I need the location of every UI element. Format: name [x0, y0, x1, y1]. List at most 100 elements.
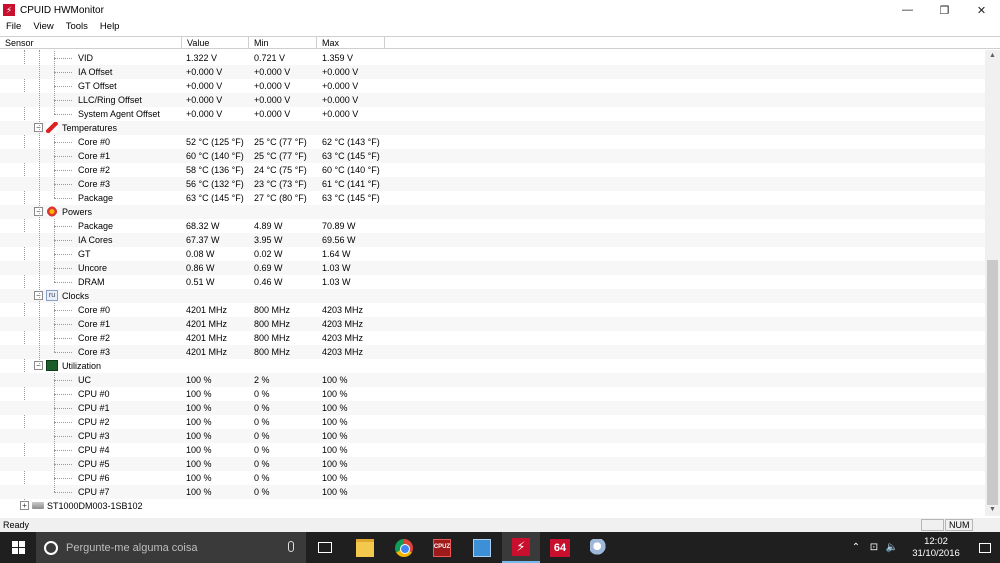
sensor-max: 100 %	[322, 375, 348, 385]
sensor-value: 67.37 W	[186, 235, 220, 245]
network-icon[interactable]: ⊡	[866, 542, 882, 553]
sensor-label: Core #2	[78, 333, 111, 343]
column-max[interactable]: Max	[317, 37, 385, 49]
menu-tools[interactable]: Tools	[60, 21, 94, 32]
sensor-min: 800 MHz	[254, 319, 291, 329]
tree-rail-group	[54, 303, 55, 352]
tray-chevron-icon[interactable]: ⌃	[848, 542, 864, 553]
sensor-group-row[interactable]: − Powers	[0, 205, 985, 219]
sensor-row[interactable]: CPU #3 100 % 0 % 100 %	[0, 429, 985, 443]
tree-branch	[54, 310, 72, 311]
tree-branch	[54, 324, 72, 325]
menu-view[interactable]: View	[27, 21, 59, 32]
sensor-min: 2 %	[254, 375, 270, 385]
scroll-up-arrow-icon[interactable]: ▲	[985, 50, 1000, 62]
microphone-icon[interactable]	[288, 541, 294, 552]
column-value[interactable]: Value	[182, 37, 249, 49]
sensor-row[interactable]: Core #2 58 °C (136 °F) 24 °C (75 °F) 60 °C …	[0, 163, 985, 177]
sensor-label: VID	[78, 53, 94, 63]
tree-branch	[54, 338, 72, 339]
sensor-label: CPU #6	[78, 473, 110, 483]
hwmonitor-app-icon: ⚡	[3, 4, 15, 16]
sensor-row[interactable]: Core #3 56 °C (132 °F) 23 °C (73 °F) 61 °C …	[0, 177, 985, 191]
action-center-button[interactable]	[970, 532, 1000, 563]
taskbar-chrome[interactable]	[385, 532, 423, 563]
sensor-label: UC	[78, 375, 91, 385]
column-sensor[interactable]: Sensor	[0, 37, 182, 49]
column-min[interactable]: Min	[249, 37, 317, 49]
sensor-group-row[interactable]: − Utilization	[0, 359, 985, 373]
collapse-toggle-icon[interactable]: +	[20, 501, 29, 510]
sensor-row[interactable]: VID 1.322 V 0.721 V 1.359 V	[0, 51, 985, 65]
sensor-row[interactable]: UC 100 % 2 % 100 %	[0, 373, 985, 387]
sensor-row[interactable]: GT 0.08 W 0.02 W 1.64 W	[0, 247, 985, 261]
minimize-button[interactable]: —	[889, 0, 926, 20]
close-button[interactable]: ✕	[963, 0, 1000, 20]
chrome-icon	[395, 538, 413, 557]
taskbar-hwmonitor[interactable]: ⚡	[502, 532, 540, 563]
sensor-max: 100 %	[322, 417, 348, 427]
vertical-scrollbar[interactable]: ▲ ▼	[985, 50, 1000, 516]
sensor-row[interactable]: CPU #7 100 % 0 % 100 %	[0, 485, 985, 499]
taskbar-paint[interactable]	[580, 532, 618, 563]
sensor-row[interactable]: IA Cores 67.37 W 3.95 W 69.56 W	[0, 233, 985, 247]
aida64-icon: 64	[550, 538, 570, 557]
taskbar-file-explorer[interactable]	[346, 532, 384, 563]
sensor-row[interactable]: CPU #1 100 % 0 % 100 %	[0, 401, 985, 415]
sensor-min: 800 MHz	[254, 305, 291, 315]
tree-rail-group	[54, 219, 55, 282]
sensor-row[interactable]: CPU #5 100 % 0 % 100 %	[0, 457, 985, 471]
sensor-value: 68.32 W	[186, 221, 220, 231]
menu-file[interactable]: File	[0, 21, 27, 32]
volume-icon[interactable]: 🔈	[884, 542, 900, 553]
sensor-min: 0.02 W	[254, 249, 283, 259]
sensor-group-row[interactable]: − Temperatures	[0, 121, 985, 135]
sensor-row[interactable]: Core #3 4201 MHz 800 MHz 4203 MHz	[0, 345, 985, 359]
sensor-row[interactable]: Core #0 52 °C (125 °F) 25 °C (77 °F) 62 °C …	[0, 135, 985, 149]
tree-branch	[54, 380, 72, 381]
sensor-tree[interactable]: VID 1.322 V 0.721 V 1.359 V IA Offset +0.000 …	[0, 50, 985, 516]
sensor-row[interactable]: Package 63 °C (145 °F) 27 °C (80 °F) 63 °C …	[0, 191, 985, 205]
sensor-row[interactable]: CPU #6 100 % 0 % 100 %	[0, 471, 985, 485]
sensor-row[interactable]: IA Offset +0.000 V +0.000 V +0.000 V	[0, 65, 985, 79]
scroll-down-arrow-icon[interactable]: ▼	[985, 504, 1000, 516]
sensor-max: 100 %	[322, 459, 348, 469]
tree-branch	[54, 226, 72, 227]
sensor-value: 100 %	[186, 375, 212, 385]
sensor-row[interactable]: CPU #0 100 % 0 % 100 %	[0, 387, 985, 401]
sensor-row[interactable]: Core #1 4201 MHz 800 MHz 4203 MHz	[0, 317, 985, 331]
sensor-max: 100 %	[322, 431, 348, 441]
sensor-max: +0.000 V	[322, 81, 359, 91]
sensor-min: 0 %	[254, 417, 270, 427]
sensor-row[interactable]: CPU #4 100 % 0 % 100 %	[0, 443, 985, 457]
sensor-group-row[interactable]: − ru Clocks	[0, 289, 985, 303]
windows-logo-icon	[11, 541, 25, 554]
start-button[interactable]	[0, 532, 36, 563]
sensor-min: 0 %	[254, 459, 270, 469]
taskbar-search-box[interactable]: Pergunte-me alguma coisa	[36, 532, 306, 563]
sensor-row[interactable]: Package 68.32 W 4.89 W 70.89 W	[0, 219, 985, 233]
sensor-row[interactable]: Core #0 4201 MHz 800 MHz 4203 MHz	[0, 303, 985, 317]
scroll-thumb[interactable]	[987, 260, 998, 505]
sensor-value: 0.51 W	[186, 277, 215, 287]
group-label: Temperatures	[62, 123, 118, 133]
taskbar-clock[interactable]: 12:02 31/10/2016	[906, 536, 966, 560]
menu-help[interactable]: Help	[94, 21, 126, 32]
sensor-row[interactable]: CPU #2 100 % 0 % 100 %	[0, 415, 985, 429]
taskbar-network-app[interactable]	[463, 532, 501, 563]
sensor-row[interactable]: Uncore 0.86 W 0.69 W 1.03 W	[0, 261, 985, 275]
sensor-value: 100 %	[186, 417, 212, 427]
device-row[interactable]: + ST1000DM003-1SB102	[0, 499, 985, 513]
sensor-max: 100 %	[322, 389, 348, 399]
taskbar-cpuz[interactable]: CPUZ	[423, 532, 461, 563]
sensor-row[interactable]: LLC/Ring Offset +0.000 V +0.000 V +0.000 V	[0, 93, 985, 107]
sensor-row[interactable]: Core #2 4201 MHz 800 MHz 4203 MHz	[0, 331, 985, 345]
taskbar-aida64[interactable]: 64	[541, 532, 579, 563]
sensor-row[interactable]: DRAM 0.51 W 0.46 W 1.03 W	[0, 275, 985, 289]
sensor-row[interactable]: Core #1 60 °C (140 °F) 25 °C (77 °F) 63 °C …	[0, 149, 985, 163]
task-view-button[interactable]	[306, 532, 344, 563]
sensor-max: 4203 MHz	[322, 333, 364, 343]
sensor-row[interactable]: GT Offset +0.000 V +0.000 V +0.000 V	[0, 79, 985, 93]
sensor-row[interactable]: System Agent Offset +0.000 V +0.000 V +0.00…	[0, 107, 985, 121]
maximize-button[interactable]: ❐	[926, 0, 963, 20]
